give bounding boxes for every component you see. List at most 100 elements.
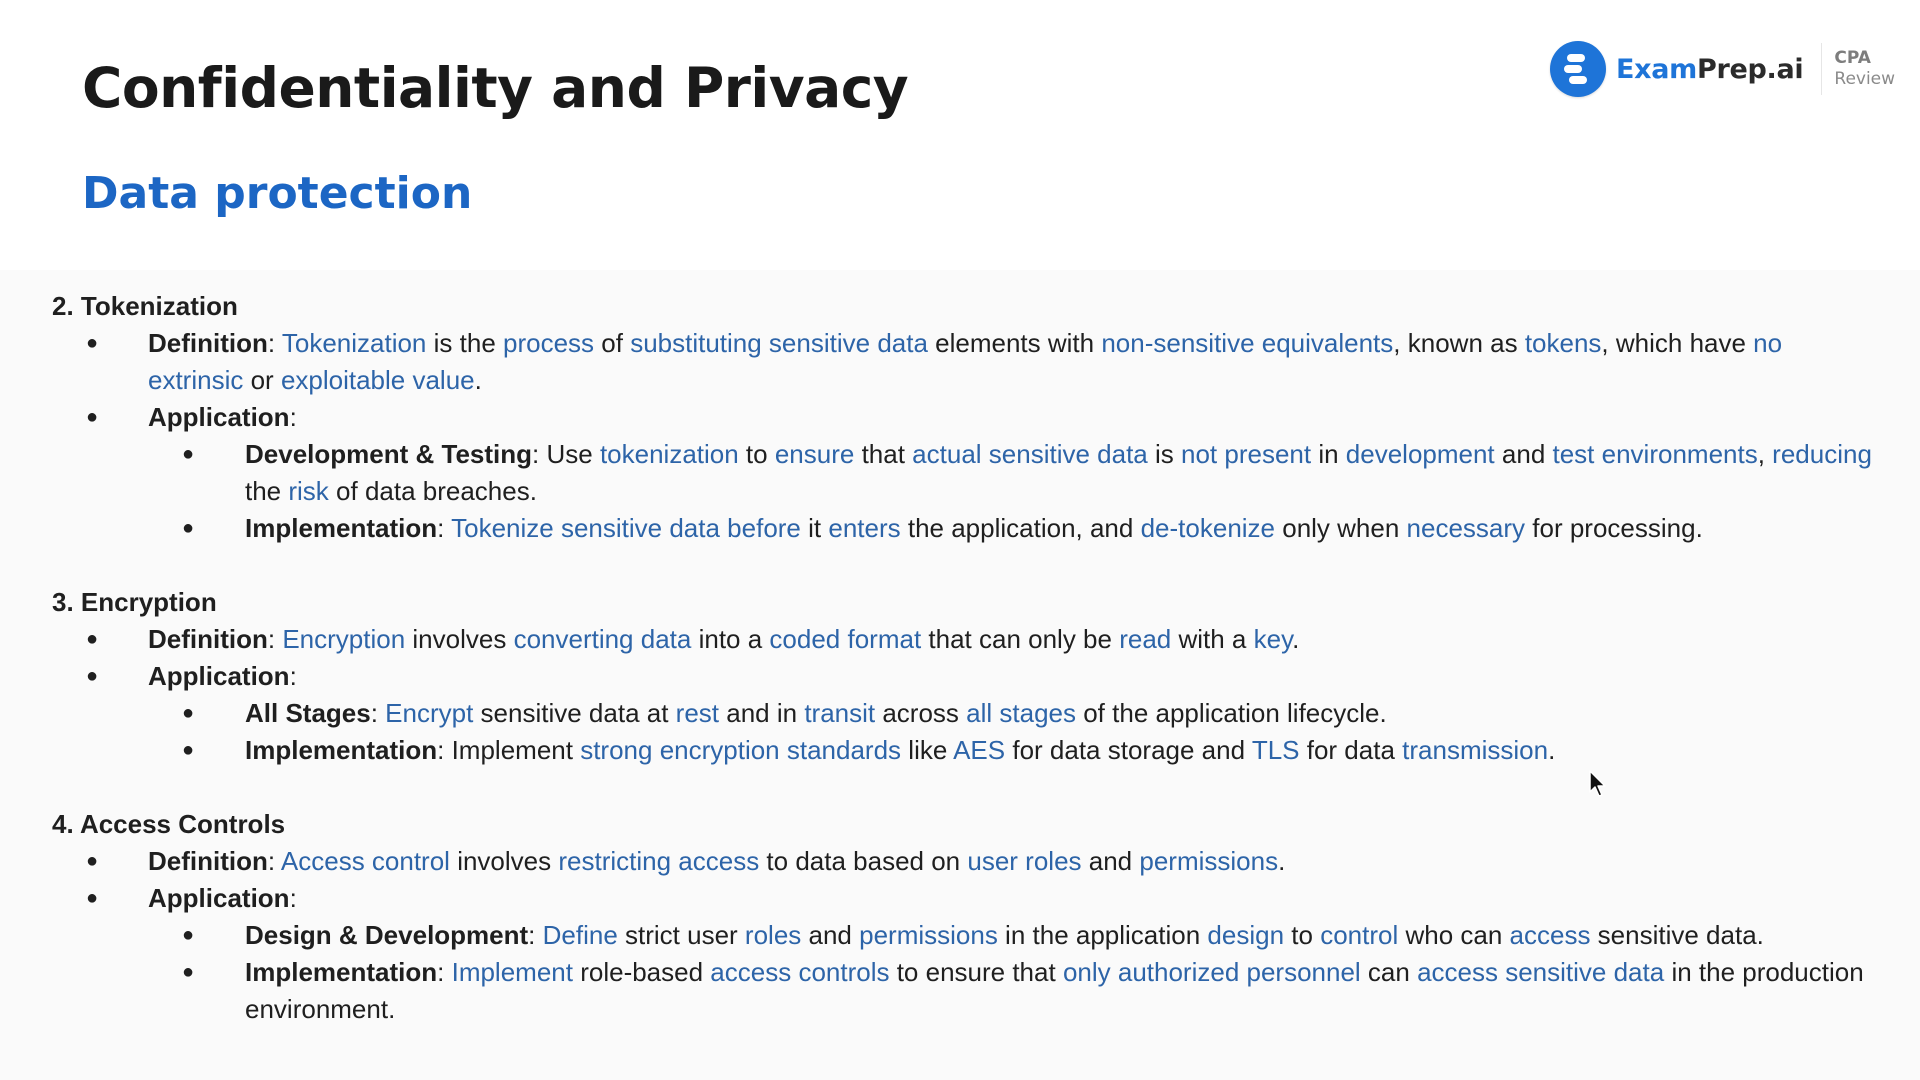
logo-product: CPA Review: [1834, 48, 1895, 90]
highlighted-term: key: [1253, 624, 1293, 654]
topic-items: ● Definition: Encryption involves convert…: [52, 621, 1872, 769]
highlighted-term: not present: [1181, 439, 1312, 469]
text-segment: :: [267, 328, 282, 358]
highlighted-term: reducing: [1772, 439, 1872, 469]
list-item: ● Definition: Encryption involves convert…: [52, 621, 1872, 658]
topic-heading: 2. Tokenization: [52, 291, 238, 321]
highlighted-term: exploitable value: [280, 365, 475, 395]
item-label: Application: [148, 661, 290, 691]
text-segment: .: [1278, 846, 1286, 876]
sub-list-item: ● Implementation: Tokenize sensitive data…: [52, 510, 1872, 547]
highlighted-term: permissions: [1139, 846, 1279, 876]
text-segment: , known as: [1393, 328, 1525, 358]
section-title: Data protection: [82, 168, 473, 219]
text-segment: to: [738, 439, 775, 469]
text-segment: :: [528, 920, 543, 950]
bullet-icon: ●: [86, 628, 99, 650]
highlighted-term: user roles: [967, 846, 1082, 876]
bullet-icon: ●: [86, 887, 99, 909]
text-segment: :: [289, 883, 297, 913]
highlighted-term: converting data: [513, 624, 692, 654]
list-item: ● Application: ● All Stages: Encrypt sensit…: [52, 658, 1872, 769]
text-segment: like: [901, 735, 954, 765]
text-segment: :: [370, 698, 386, 728]
sub-item-label: Implementation: [245, 957, 438, 987]
topic-section: 4. Access Controls ● Definition: Access co…: [52, 806, 1872, 1028]
sub-list-item: ● Implementation: Implement role-based ac…: [52, 954, 1872, 1028]
highlighted-term: process: [503, 328, 595, 358]
text-segment: or: [243, 365, 281, 395]
mouse-pointer-icon: [1589, 770, 1606, 797]
topic-heading: 4. Access Controls: [52, 809, 286, 839]
text-segment: and: [1081, 846, 1140, 876]
text-segment: involves: [449, 846, 559, 876]
text-segment: .: [1292, 624, 1300, 654]
topic-items: ● Definition: Access control involves res…: [52, 843, 1872, 1028]
bullet-icon: ●: [86, 665, 99, 687]
text-segment: of: [594, 328, 631, 358]
sub-item-label: Design & Development: [245, 920, 529, 950]
text-segment: involves: [405, 624, 514, 654]
text-segment: it: [800, 513, 829, 543]
text-segment: in the application: [997, 920, 1208, 950]
sub-item-label: Development & Testing: [245, 439, 533, 469]
text-segment: ,: [1757, 439, 1773, 469]
text-segment: to: [1284, 920, 1321, 950]
highlighted-term: ensure: [774, 439, 855, 469]
logo-brand-secondary: Prep.ai: [1697, 53, 1804, 85]
text-segment: can: [1360, 957, 1418, 987]
highlighted-term: test environments: [1552, 439, 1758, 469]
topic-heading: 3. Encryption: [52, 587, 217, 617]
highlighted-term: coded format: [769, 624, 922, 654]
sub-item-label: Implementation: [245, 513, 438, 543]
text-segment: sensitive data.: [1590, 920, 1764, 950]
highlighted-term: Implement: [451, 957, 573, 987]
text-segment: role-based: [572, 957, 711, 987]
item-label: Application: [148, 883, 290, 913]
item-label: Application: [148, 402, 290, 432]
text-segment: of the application lifecycle.: [1076, 698, 1387, 728]
bullet-icon: ●: [182, 739, 195, 761]
bullet-icon: ●: [86, 850, 99, 872]
bullet-icon: ●: [182, 702, 195, 724]
text-segment: , which have: [1601, 328, 1754, 358]
text-segment: the: [245, 476, 289, 506]
logo-product-line1: CPA: [1834, 48, 1871, 68]
sub-list-item: ● Design & Development: Define strict use…: [52, 917, 1872, 954]
exam-prep-logo-icon: [1550, 41, 1606, 97]
highlighted-term: Access control: [280, 846, 450, 876]
text-segment: that: [854, 439, 913, 469]
bullet-icon: ●: [182, 443, 195, 465]
highlighted-term: substituting sensitive data: [630, 328, 928, 358]
text-segment: is: [1147, 439, 1181, 469]
logo-wordmark: ExamPrep.ai: [1616, 53, 1804, 85]
text-segment: strict user: [617, 920, 745, 950]
highlighted-term: necessary: [1406, 513, 1526, 543]
slide-header: Confidentiality and Privacy Data protect…: [0, 0, 1920, 270]
text-segment: that can only be: [921, 624, 1120, 654]
sub-items: ● Development & Testing: Use tokenization…: [52, 436, 1872, 547]
highlighted-term: all stages: [966, 698, 1076, 728]
logo-divider: [1821, 43, 1823, 95]
text-segment: and: [801, 920, 860, 950]
highlighted-term: strong encryption standards: [580, 735, 902, 765]
topic-list: 2. Tokenization ● Definition: Tokenization…: [52, 288, 1872, 1065]
highlighted-term: Encrypt: [385, 698, 474, 728]
text-segment: :: [267, 624, 283, 654]
text-segment: for data: [1299, 735, 1403, 765]
text-segment: :: [289, 402, 297, 432]
highlighted-term: enters: [828, 513, 901, 543]
highlighted-term: roles: [744, 920, 802, 950]
sub-items: ● Design & Development: Define strict use…: [52, 917, 1872, 1028]
text-segment: :: [267, 846, 281, 876]
highlighted-term: only authorized personnel: [1062, 957, 1361, 987]
text-segment: to ensure that: [889, 957, 1063, 987]
text-segment: .: [474, 365, 482, 395]
highlighted-term: AES: [953, 735, 1006, 765]
sub-list-item: ● Implementation: Implement strong encryp…: [52, 732, 1872, 769]
sub-item-label: Implementation: [245, 735, 438, 765]
highlighted-term: permissions: [859, 920, 998, 950]
page-title: Confidentiality and Privacy: [82, 56, 909, 120]
bullet-icon: ●: [182, 517, 195, 539]
item-label: Definition: [148, 624, 268, 654]
